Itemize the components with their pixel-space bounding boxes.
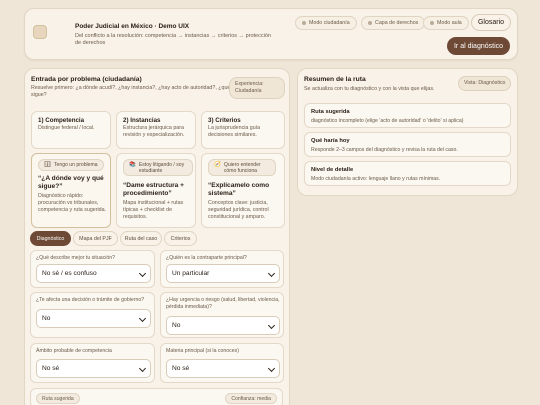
urgency-select[interactable]: No (166, 316, 280, 335)
select-value: No sé (172, 365, 190, 372)
competence-select[interactable]: No sé (36, 359, 151, 378)
counterpart-field: ¿Quién es la contraparte principal? Un p… (160, 250, 284, 288)
summary-item-text: diagnóstico incompleto (elige 'acto de a… (311, 118, 464, 124)
field-label: Materia principal (si la conoces) (166, 348, 239, 354)
summary-item-text: Responde 2–3 campos del diagnóstico y re… (311, 147, 458, 153)
persona-chip-label: Estoy litigando / soy estudiante (138, 162, 185, 174)
summary-item-text: Modo ciudadanía activo: lenguaje llano y… (311, 176, 441, 182)
route-tag: Ruta sugerida (36, 393, 80, 404)
select-value: No sé / es confuso (42, 270, 97, 277)
field-label: ¿Te afecta una decisión o trámite de gob… (36, 297, 145, 303)
field-label: ¿Hay urgencia o riesgo (salud, libertad,… (166, 297, 280, 310)
info-card-instancias: 2) Instancias Estructura jerárquica para… (116, 111, 196, 149)
subject-field: Materia principal (si la conoces) No sé (160, 343, 284, 383)
field-label: ¿Quién es la contraparte principal? (166, 255, 247, 261)
panel-title: Entrada por problema (ciudadanía) (31, 76, 142, 83)
select-value: No (172, 322, 181, 329)
experience-tag: Experiencia: Ciudadanía (229, 77, 285, 99)
suggested-route-strip: Ruta sugerida Confianza: media (30, 388, 283, 405)
summary-item-detail: Nivel de detalle Modo ciudadanía activo:… (304, 161, 511, 186)
info-card-title: 1) Competencia (38, 117, 85, 124)
chevron-down-icon (138, 364, 147, 373)
chevron-down-icon (267, 321, 276, 330)
chevron-down-icon (138, 269, 147, 278)
summary-item-title: Nivel de detalle (311, 167, 354, 173)
glossary-button[interactable]: Glosario (471, 14, 511, 31)
classroom-mode-label: Modo aula (437, 20, 462, 26)
chevron-down-icon (267, 364, 276, 373)
persona-question: “Explícamelo como sistema” (208, 182, 270, 197)
info-card-competencia: 1) Competencia Distingue federal / local… (31, 111, 111, 149)
info-card-text: Distingue federal / local. (38, 125, 95, 131)
rights-layer-label: Capa de derechos (375, 20, 419, 26)
summary-item-title: Qué haría hoy (311, 138, 350, 144)
persona-text: Mapa institucional + rutas típicas + che… (123, 200, 184, 220)
situation-select[interactable]: No sé / es confuso (36, 264, 151, 283)
summary-item-title: Ruta sugerida (311, 109, 350, 115)
persona-chip: 📚 Estoy litigando / soy estudiante (123, 159, 193, 176)
summary-title: Resumen de la ruta (304, 76, 366, 83)
select-value: No (42, 315, 51, 322)
summary-subtitle: Se actualiza con tu diagnóstico y con la… (304, 86, 435, 92)
persona-text: Conceptos clave: justicia, seguridad jur… (208, 200, 269, 220)
urgency-field: ¿Hay urgencia o riesgo (salud, libertad,… (160, 292, 284, 338)
persona-chip: 🗄 Tengo un problema (38, 159, 104, 171)
persona-chip-label: Tengo un problema (53, 162, 98, 168)
chevron-down-icon (138, 314, 147, 323)
situation-field: ¿Qué describe mejor tu situación? No sé … (30, 250, 155, 288)
app-logo (33, 25, 47, 39)
tab-criterios[interactable]: Criterios (164, 231, 197, 246)
info-card-text: Estructura jerárquica para revisión y es… (123, 125, 185, 138)
select-value: No sé (42, 365, 60, 372)
persona-text: Diagnóstico rápido: procuración vs tribu… (38, 193, 107, 213)
persona-chip: 🧭 Quiero entender cómo funciona (208, 159, 276, 176)
persona-card-understand[interactable]: 🧭 Quiero entender cómo funciona “Explíca… (201, 153, 285, 228)
compass-icon: 🧭 (214, 162, 221, 168)
circle-dot-icon (430, 21, 434, 25)
persona-card-problem[interactable]: 🗄 Tengo un problema “¿A dónde voy y qué … (31, 153, 111, 228)
mode-citizen-label: Modo ciudadanía (309, 20, 350, 26)
rights-layer-toggle[interactable]: Capa de derechos (361, 16, 426, 30)
info-card-title: 2) Instancias (123, 117, 161, 124)
route-summary-panel: Resumen de la ruta Se actualiza con tu d… (297, 68, 518, 196)
competence-field: Ámbito probable de competencia No sé (30, 343, 155, 383)
select-value: Un particular (172, 270, 210, 277)
subject-select[interactable]: No sé (166, 359, 280, 378)
counterpart-select[interactable]: Un particular (166, 264, 280, 283)
chevron-down-icon (267, 269, 276, 278)
books-icon: 📚 (129, 162, 136, 168)
app-title: Poder Judicial en México · Demo UIX (75, 23, 190, 30)
circle-dot-icon (302, 21, 306, 25)
tab-mapa-pjf[interactable]: Mapa del PJF (73, 231, 118, 246)
confidence-tag: Confianza: media (225, 393, 277, 404)
government-decision-field: ¿Te afecta una decisión o trámite de gob… (30, 292, 155, 338)
top-bar: Poder Judicial en México · Demo UIX Del … (24, 8, 518, 60)
mode-citizen-toggle[interactable]: Modo ciudadanía (295, 16, 357, 30)
field-label: Ámbito probable de competencia (36, 348, 112, 354)
persona-card-litigating[interactable]: 📚 Estoy litigando / soy estudiante “Dame… (116, 153, 196, 228)
view-tag: Vista: Diagnóstico (458, 76, 512, 91)
classroom-mode-toggle[interactable]: Modo aula (423, 16, 469, 30)
info-card-criterios: 3) Criterios La jurisprudencia guía deci… (201, 111, 285, 149)
persona-chip-label: Quiero entender cómo funciona (223, 162, 261, 174)
persona-question: “Dame estructura + procedimiento” (123, 182, 185, 197)
info-card-title: 3) Criterios (208, 117, 241, 124)
circle-dot-icon (368, 21, 372, 25)
tab-diagnostico[interactable]: Diagnóstico (30, 231, 71, 246)
go-diagnosis-button[interactable]: Ir al diagnóstico (447, 37, 510, 55)
tab-ruta-caso[interactable]: Ruta del caso (120, 231, 162, 246)
app-subtitle: Del conflicto a la resolución: competenc… (75, 33, 271, 46)
government-decision-select[interactable]: No (36, 309, 151, 328)
info-card-text: La jurisprudencia guía decisiones simila… (208, 125, 261, 138)
field-label: ¿Qué describe mejor tu situación? (36, 255, 116, 261)
summary-item-route: Ruta sugerida diagnóstico incompleto (el… (304, 103, 511, 128)
summary-item-today: Qué haría hoy Responde 2–3 campos del di… (304, 132, 511, 157)
cabinet-icon: 🗄 (44, 162, 51, 168)
panel-subtitle: Resuelve primero: ¿a dónde acudí?, ¿hay … (31, 85, 231, 98)
persona-question: “¿A dónde voy y qué sigue?” (38, 175, 104, 190)
